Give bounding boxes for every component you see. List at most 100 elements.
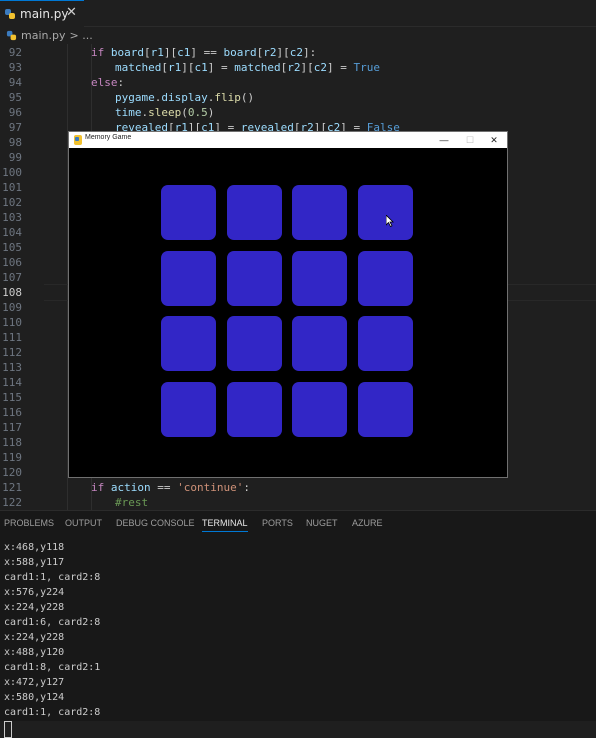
line-number: 107 [2,271,22,284]
code-line[interactable]: 122 #rest [0,495,596,510]
memory-card[interactable] [161,381,216,437]
terminal-output[interactable]: x:468,y118 x:588,y117 card1:1, card2:8 x:57… [4,540,100,738]
line-number: 97 [8,121,22,134]
memory-card[interactable] [226,381,282,437]
memory-card[interactable] [161,185,216,240]
memory-card[interactable] [226,250,282,306]
terminal-line: card1:1, card2:8 [4,707,101,718]
code-line[interactable]: 95 pygame.display.flip() [0,90,596,105]
memory-card[interactable] [161,250,216,306]
code-line[interactable]: 121 if action == 'continue': [0,480,596,495]
memory-card[interactable] [292,185,347,240]
window-title: Memory Game [85,134,132,141]
window-titlebar[interactable]: Memory Game — ☐ ✕ [69,132,507,148]
panel-tab-ports[interactable]: PORTS [262,518,293,528]
line-number: 118 [2,436,22,449]
code-line[interactable]: 92 if board[r1][c1] == board[r2][c2]: [0,45,596,60]
editor-tab-bar: main.py ✕ [0,0,596,27]
terminal-line: x:224,y228 [4,602,65,613]
memory-card[interactable] [357,250,413,306]
terminal-line: x:468,y118 [4,542,65,553]
line-number: 114 [2,376,22,389]
maximize-button[interactable]: ☐ [457,132,483,148]
mouse-cursor-icon [386,215,394,227]
line-number: 116 [2,406,22,419]
python-window-icon [74,135,82,145]
python-icon [5,9,15,19]
code-line[interactable]: 94 else: [0,75,596,90]
line-number: 117 [2,421,22,434]
breadcrumb: main.py > ... [0,27,596,44]
line-number: 104 [2,226,22,239]
breadcrumb-file[interactable]: main.py [21,29,65,42]
breadcrumb-more[interactable]: > ... [69,29,92,42]
terminal-line: x:588,y117 [4,557,65,568]
bottom-panel: PROBLEMS OUTPUT DEBUG CONSOLE TERMINAL PORTS… [0,510,596,738]
line-number: 112 [2,346,22,359]
line-number: 99 [8,151,22,164]
memory-card[interactable] [357,185,413,240]
panel-tab-problems[interactable]: PROBLEMS [4,518,54,528]
terminal-line: x:576,y224 [4,587,65,598]
code-text: else: [91,76,125,89]
line-number: 95 [8,91,22,104]
tab-main-py[interactable]: main.py ✕ [0,0,84,27]
terminal-cursor [4,721,12,738]
memory-game-window[interactable]: Memory Game — ☐ ✕ [68,131,508,478]
terminal-line: x:580,y124 [4,692,65,703]
code-text: pygame.display.flip() [115,91,255,104]
code-text: matched[r1][c1] = matched[r2][c2] = True [115,61,380,74]
line-number: 100 [2,166,22,179]
line-number: 120 [2,466,22,479]
code-text: if action == 'continue': [91,481,250,494]
panel-tabs: PROBLEMS OUTPUT DEBUG CONSOLE TERMINAL PORTS… [0,511,596,537]
line-number: 122 [2,496,22,509]
line-number: 113 [2,361,22,374]
line-number: 103 [2,211,22,224]
minimize-button[interactable]: — [431,132,457,148]
code-text: #rest [115,496,149,509]
memory-card[interactable] [292,250,347,306]
line-number: 106 [2,256,22,269]
line-number: 110 [2,316,22,329]
panel-tab-azure[interactable]: AZURE [352,518,383,528]
panel-tab-terminal[interactable]: TERMINAL [202,518,248,532]
line-number: 94 [8,76,22,89]
terminal-line: x:224,y228 [4,632,65,643]
line-number: 111 [2,331,22,344]
line-number: 105 [2,241,22,254]
line-number: 101 [2,181,22,194]
tab-label: main.py [20,7,69,21]
close-button[interactable]: ✕ [481,132,507,148]
line-number: 96 [8,106,22,119]
memory-card[interactable] [292,381,347,437]
line-number: 102 [2,196,22,209]
line-number: 121 [2,481,22,494]
line-number: 108 [2,286,22,299]
line-number: 115 [2,391,22,404]
code-text: time.sleep(0.5) [115,106,215,119]
panel-tab-output[interactable]: OUTPUT [65,518,102,528]
tab-close-icon[interactable]: ✕ [66,5,77,20]
code-text: if board[r1][c1] == board[r2][c2]: [91,46,317,59]
memory-card[interactable] [161,316,216,371]
terminal-line: card1:8, card2:1 [4,662,101,673]
memory-card[interactable] [226,316,282,371]
terminal-line: card1:1, card2:8 [4,572,101,583]
line-number: 93 [8,61,22,74]
code-line[interactable]: 96 time.sleep(0.5) [0,105,596,120]
memory-card[interactable] [292,316,347,371]
panel-tab-debug-console[interactable]: DEBUG CONSOLE [116,518,195,528]
memory-card[interactable] [357,316,413,371]
line-number: 98 [8,136,22,149]
memory-card[interactable] [226,185,282,240]
terminal-line: x:488,y120 [4,647,65,658]
line-number: 92 [8,46,22,59]
terminal-line: x:472,y127 [4,677,65,688]
code-line[interactable]: 93 matched[r1][c1] = matched[r2][c2] = Tr… [0,60,596,75]
python-icon [6,30,17,41]
panel-tab-nuget[interactable]: NUGET [306,518,338,528]
terminal-line: card1:6, card2:8 [4,617,101,628]
line-number: 119 [2,451,22,464]
memory-card[interactable] [357,381,413,437]
